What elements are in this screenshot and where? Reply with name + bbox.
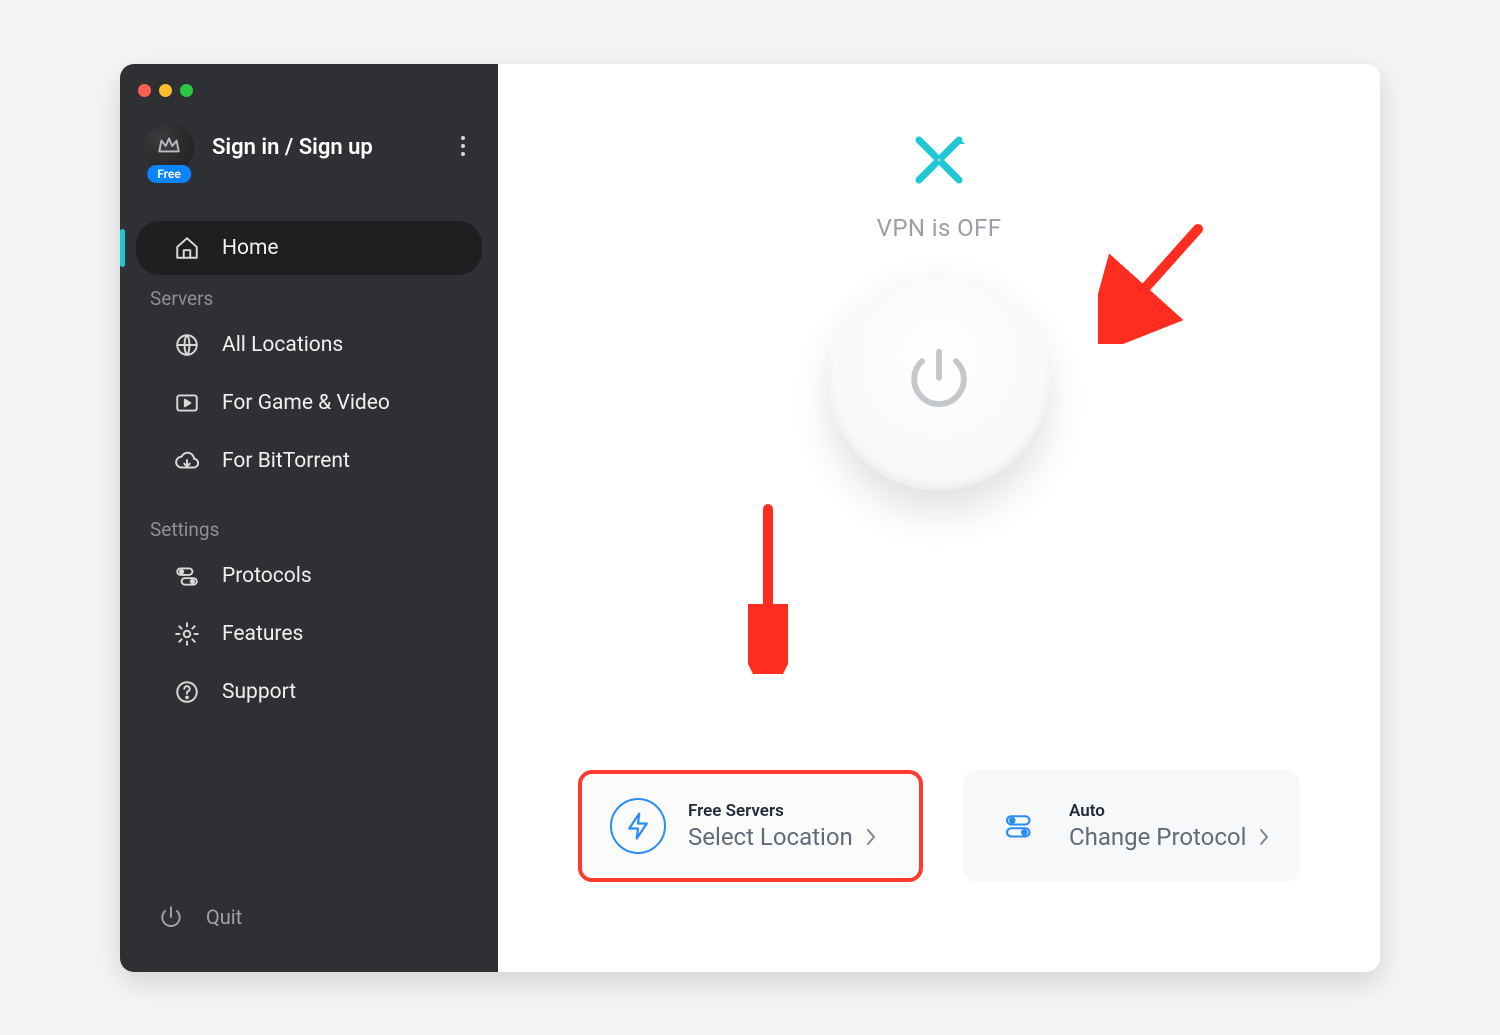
card-body: Auto Change Protocol xyxy=(1069,801,1270,851)
quit-label: Quit xyxy=(206,905,242,929)
window-controls xyxy=(120,76,498,115)
minimize-window-dot[interactable] xyxy=(159,84,172,97)
more-vertical-icon xyxy=(460,135,466,157)
power-icon xyxy=(904,343,974,417)
connect-button[interactable] xyxy=(829,270,1049,490)
gear-icon xyxy=(174,621,200,647)
bolt-icon xyxy=(610,798,666,854)
sidebar-item-label: Protocols xyxy=(222,564,312,588)
more-menu-button[interactable] xyxy=(452,127,474,169)
zoom-window-dot[interactable] xyxy=(180,84,193,97)
nav: Home Servers All Locations xyxy=(120,191,498,721)
sidebar: Free Sign in / Sign up Home xyxy=(120,64,498,972)
sidebar-item-label: All Locations xyxy=(222,333,343,357)
sidebar-item-all-locations[interactable]: All Locations xyxy=(136,318,482,372)
section-header-settings: Settings xyxy=(120,508,498,547)
change-protocol-card[interactable]: Auto Change Protocol xyxy=(963,770,1300,882)
power-icon xyxy=(158,904,184,930)
close-window-dot[interactable] xyxy=(138,84,151,97)
toggles-icon xyxy=(991,798,1047,854)
help-icon xyxy=(174,679,200,705)
chevron-right-icon xyxy=(1258,827,1270,847)
annotation-arrow-to-servers-card xyxy=(748,504,788,674)
sidebar-item-bittorrent[interactable]: For BitTorrent xyxy=(136,434,482,488)
chevron-right-icon xyxy=(865,827,877,847)
sidebar-item-features[interactable]: Features xyxy=(136,607,482,661)
vpn-status-text: VPN is OFF xyxy=(877,214,1002,242)
card-title: Auto xyxy=(1069,801,1270,821)
sign-in-label: Sign in / Sign up xyxy=(212,135,373,160)
home-icon xyxy=(174,235,200,261)
account-row[interactable]: Free Sign in / Sign up xyxy=(120,115,498,191)
sidebar-item-protocols[interactable]: Protocols xyxy=(136,549,482,603)
sidebar-footer: Quit xyxy=(120,890,498,972)
globe-icon xyxy=(174,332,200,358)
play-icon xyxy=(174,390,200,416)
section-header-servers: Servers xyxy=(120,277,498,316)
sidebar-item-label: Features xyxy=(222,622,303,646)
sidebar-item-label: Home xyxy=(222,236,279,260)
annotation-arrow-to-connect xyxy=(1098,224,1208,344)
quit-button[interactable]: Quit xyxy=(136,890,482,944)
app-window: Free Sign in / Sign up Home xyxy=(120,64,1380,972)
bottom-cards-row: Free Servers Select Location xyxy=(498,770,1380,882)
sidebar-item-home[interactable]: Home xyxy=(136,221,482,275)
sidebar-item-label: For Game & Video xyxy=(222,391,390,415)
card-body: Free Servers Select Location xyxy=(688,801,877,851)
sidebar-item-game-video[interactable]: For Game & Video xyxy=(136,376,482,430)
sidebar-item-support[interactable]: Support xyxy=(136,665,482,719)
select-location-card[interactable]: Free Servers Select Location xyxy=(578,770,923,882)
sidebar-item-label: For BitTorrent xyxy=(222,449,350,473)
sidebar-item-label: Support xyxy=(222,680,296,704)
brand-logo-icon xyxy=(913,134,965,190)
main-panel: VPN is OFF xyxy=(498,64,1380,972)
card-title: Free Servers xyxy=(688,801,877,821)
card-subtitle: Select Location xyxy=(688,823,853,851)
cloud-down-icon xyxy=(174,448,200,474)
free-badge: Free xyxy=(147,165,191,183)
card-subtitle: Change Protocol xyxy=(1069,823,1246,851)
crown-icon xyxy=(156,133,182,163)
avatar-wrap: Free xyxy=(144,123,194,173)
toggles-icon xyxy=(174,563,200,589)
